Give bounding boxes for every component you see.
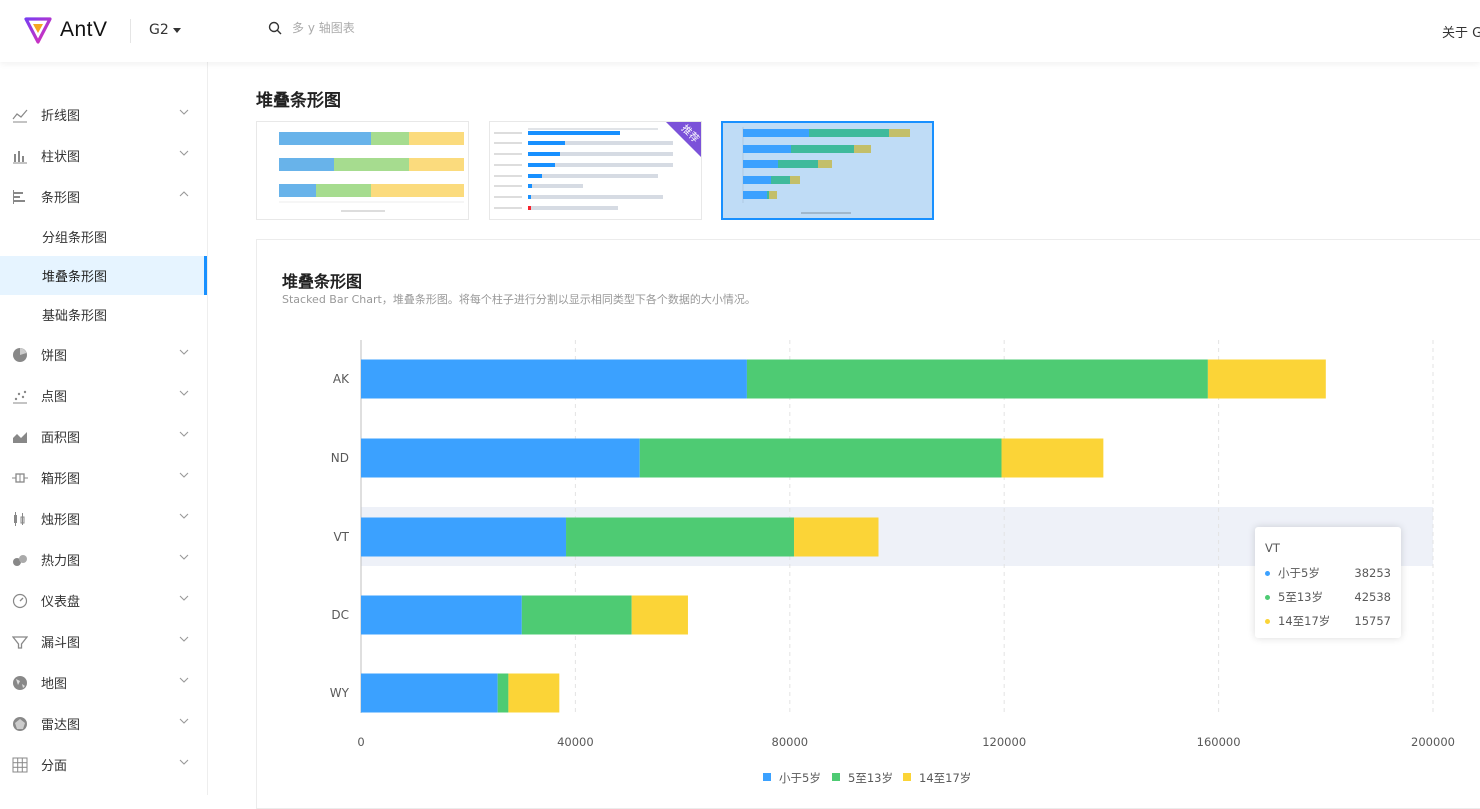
sidebar-item-label: 折线图 — [41, 109, 81, 124]
tooltip-row: 14至17岁 15757 — [1265, 613, 1391, 629]
sidebar-item[interactable]: 雷达图 — [0, 703, 207, 744]
sidebar-item[interactable]: 面积图 — [0, 416, 207, 457]
sidebar-item-label: 面积图 — [41, 431, 81, 446]
horizontal-bar-icon — [12, 189, 28, 205]
sidebar-item-label: 仪表盘 — [41, 595, 81, 610]
candlestick-icon — [12, 511, 28, 527]
sidebar-item[interactable]: 地图 — [0, 662, 207, 703]
globe-icon — [12, 675, 28, 691]
sidebar-item[interactable]: 点图 — [0, 375, 207, 416]
area-chart-icon — [12, 429, 28, 445]
box-plot-icon — [12, 470, 28, 486]
chart-tooltip: VT 小于5岁 38253 5至13岁 42538 14至17岁 15757 — [1255, 527, 1401, 638]
search-input[interactable] — [292, 21, 592, 35]
example-thumbnail-3-selected[interactable] — [721, 121, 934, 220]
sidebar: 折线图柱状图条形图分组条形图 堆叠条形图 基础条形图饼图点图面积图箱形图烛形图热力图… — [0, 62, 208, 795]
search-icon — [268, 21, 282, 35]
tooltip-series-name: 14至17岁 — [1278, 614, 1331, 628]
thumbnail-chart-3 — [742, 127, 910, 214]
chevron-down-icon — [179, 595, 189, 601]
product-label: G2 — [149, 22, 169, 38]
chevron-down-icon — [179, 513, 189, 519]
sidebar-item-label: 点图 — [41, 390, 68, 405]
sidebar-item-label: 雷达图 — [41, 718, 81, 733]
bar-chart-icon — [12, 148, 28, 164]
product-dropdown[interactable]: G2 — [149, 22, 181, 38]
chevron-down-icon — [179, 472, 189, 478]
sidebar-menu: 折线图柱状图条形图分组条形图 堆叠条形图 基础条形图饼图点图面积图箱形图烛形图热力图… — [0, 62, 207, 785]
chevron-down-icon — [179, 759, 189, 765]
sidebar-subitem[interactable]: 基础条形图 — [0, 295, 207, 334]
sidebar-item[interactable]: 条形图 — [0, 176, 207, 217]
card-description: Stacked Bar Chart，堆叠条形图。将每个柱子进行分割以显示相同类型… — [282, 293, 756, 306]
sidebar-item[interactable]: 分面 — [0, 744, 207, 785]
tooltip-marker — [1265, 570, 1270, 576]
chevron-down-icon — [179, 349, 189, 355]
sidebar-item-label: 烛形图 — [41, 513, 81, 528]
gauge-icon — [12, 593, 28, 609]
dot-chart-icon — [12, 388, 28, 404]
tooltip-series-value: 38253 — [1354, 566, 1391, 580]
chevron-down-icon — [179, 109, 189, 115]
search-bar[interactable] — [268, 21, 592, 35]
sidebar-item-label: 箱形图 — [41, 472, 81, 487]
tooltip-series-value: 42538 — [1354, 590, 1391, 604]
tooltip-marker — [1265, 618, 1270, 624]
line-chart-icon — [12, 107, 28, 123]
card-title: 堆叠条形图 — [282, 272, 363, 291]
heatmap-icon — [12, 552, 28, 568]
sidebar-item[interactable]: 烛形图 — [0, 498, 207, 539]
sidebar-item[interactable]: 热力图 — [0, 539, 207, 580]
example-thumbnail-2[interactable]: 推荐 — [489, 121, 702, 220]
header-divider — [130, 19, 131, 43]
tooltip-series-name: 5至13岁 — [1278, 590, 1323, 604]
radar-icon — [12, 716, 28, 732]
chevron-down-icon — [179, 718, 189, 724]
sidebar-item[interactable]: 箱形图 — [0, 457, 207, 498]
sidebar-item-label: 柱状图 — [41, 150, 81, 165]
sidebar-item[interactable]: 饼图 — [0, 334, 207, 375]
top-navbar: AntV G2 关于 G — [0, 0, 1480, 62]
chevron-down-icon — [179, 431, 189, 437]
sidebar-item[interactable]: 漏斗图 — [0, 621, 207, 662]
thumbnail-chart-1 — [279, 132, 464, 212]
sidebar-item-label: 分面 — [41, 759, 68, 774]
sidebar-item[interactable]: 仪表盘 — [0, 580, 207, 621]
thumbnail-chart-2: 推荐 — [494, 122, 701, 210]
tooltip-series-name: 小于5岁 — [1278, 566, 1320, 580]
antv-logo[interactable]: AntV — [24, 16, 108, 44]
sidebar-item-label: 饼图 — [41, 349, 68, 364]
grid-icon — [12, 757, 28, 773]
sidebar-item-label: 热力图 — [41, 554, 81, 569]
example-thumbnail-1[interactable] — [256, 121, 469, 220]
funnel-icon — [12, 634, 28, 650]
pie-chart-icon — [12, 347, 28, 363]
caret-down-icon — [172, 27, 181, 33]
sidebar-item-label: 地图 — [41, 677, 68, 692]
chevron-down-icon — [179, 390, 189, 396]
chevron-down-icon — [179, 636, 189, 642]
antv-logo-icon — [24, 17, 52, 44]
about-link[interactable]: 关于 G — [1442, 22, 1480, 41]
sidebar-item-label: 条形图 — [41, 191, 81, 206]
tooltip-row: 5至13岁 42538 — [1265, 589, 1391, 605]
sidebar-item[interactable]: 柱状图 — [0, 135, 207, 176]
chevron-down-icon — [179, 554, 189, 560]
section-title: 堆叠条形图 — [256, 91, 341, 111]
main-content: 堆叠条形图 推荐 堆叠条形图 Stacked Bar Chart，堆叠条形图。将… — [208, 62, 1480, 809]
chevron-down-icon — [179, 150, 189, 156]
tooltip-row: 小于5岁 38253 — [1265, 565, 1391, 581]
sidebar-subitem[interactable]: 堆叠条形图 — [0, 256, 207, 295]
sidebar-item-label: 漏斗图 — [41, 636, 81, 651]
chevron-down-icon — [179, 677, 189, 683]
tooltip-title: VT — [1265, 541, 1280, 555]
sidebar-item[interactable]: 折线图 — [0, 94, 207, 135]
logo-text: AntV — [60, 18, 108, 41]
sidebar-subitem[interactable]: 分组条形图 — [0, 217, 207, 256]
tooltip-marker — [1265, 594, 1270, 600]
chevron-up-icon — [179, 191, 189, 197]
tooltip-series-value: 15757 — [1354, 614, 1391, 628]
chart-card: 堆叠条形图 Stacked Bar Chart，堆叠条形图。将每个柱子进行分割以… — [256, 239, 1480, 809]
